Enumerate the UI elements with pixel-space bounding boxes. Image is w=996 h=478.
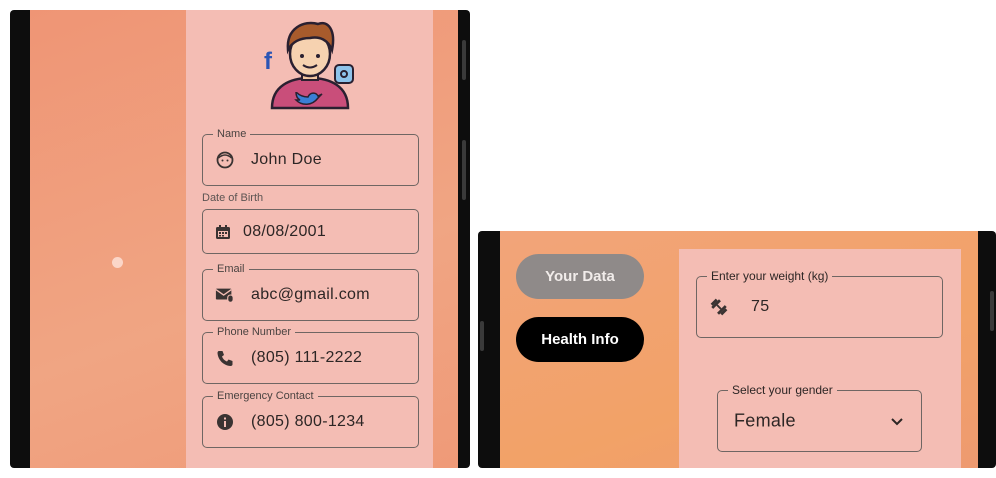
- avatar: f: [260, 16, 360, 111]
- face-icon: [215, 150, 235, 170]
- power-button: [462, 140, 466, 200]
- emergency-contact-field[interactable]: Emergency Contact (805) 800-1234: [202, 389, 419, 448]
- name-value: John Doe: [251, 151, 322, 168]
- health-info-button[interactable]: Health Info: [516, 317, 644, 362]
- date-of-birth-field[interactable]: 08/08/2001: [202, 209, 419, 254]
- gender-label: Select your gender: [728, 383, 837, 397]
- gender-value: Female: [734, 410, 796, 431]
- phone-number-label: Phone Number: [213, 325, 295, 339]
- profile-screen: f Name John Doe Date of Birth 08/08/2001…: [30, 10, 458, 468]
- calendar-icon: [213, 222, 233, 242]
- your-data-button[interactable]: Your Data: [516, 254, 644, 299]
- side-button-left: [480, 321, 484, 351]
- facebook-icon: f: [264, 48, 272, 75]
- info-icon: [215, 412, 235, 432]
- volume-button: [462, 40, 466, 80]
- touch-indicator: [112, 257, 123, 268]
- instagram-icon: [334, 64, 354, 84]
- side-button-right: [990, 291, 994, 331]
- profile-panel: f Name John Doe Date of Birth 08/08/2001…: [186, 10, 433, 468]
- health-screen: Your Data Health Info Enter your weight …: [500, 231, 978, 468]
- phone-number-value: (805) 111-2222: [251, 349, 363, 366]
- profile-phone-frame: f Name John Doe Date of Birth 08/08/2001…: [10, 10, 470, 468]
- health-phone-frame: Your Data Health Info Enter your weight …: [478, 231, 996, 468]
- gender-select[interactable]: Select your gender Female: [717, 383, 922, 452]
- emergency-contact-value: (805) 800-1234: [251, 413, 365, 430]
- name-field[interactable]: Name John Doe: [202, 127, 419, 186]
- weight-label: Enter your weight (kg): [707, 269, 833, 283]
- phone-number-field[interactable]: Phone Number (805) 111-2222: [202, 325, 419, 384]
- emergency-contact-label: Emergency Contact: [213, 389, 318, 403]
- twitter-icon: [294, 90, 324, 117]
- weight-value: 75: [751, 298, 770, 315]
- date-of-birth-label: Date of Birth: [202, 192, 264, 204]
- dumbbell-icon: [709, 297, 729, 317]
- email-label: Email: [213, 262, 249, 276]
- email-value: abc@gmail.com: [251, 286, 370, 303]
- health-panel: Enter your weight (kg) 75 Select your ge…: [679, 249, 961, 468]
- email-field[interactable]: Email abc@gmail.com: [202, 262, 419, 321]
- date-of-birth-value: 08/08/2001: [243, 222, 327, 240]
- weight-field[interactable]: Enter your weight (kg) 75: [696, 269, 943, 338]
- name-label: Name: [213, 127, 251, 141]
- phone-icon: [215, 348, 235, 368]
- chevron-down-icon[interactable]: [889, 413, 905, 429]
- mail-icon: [215, 285, 235, 305]
